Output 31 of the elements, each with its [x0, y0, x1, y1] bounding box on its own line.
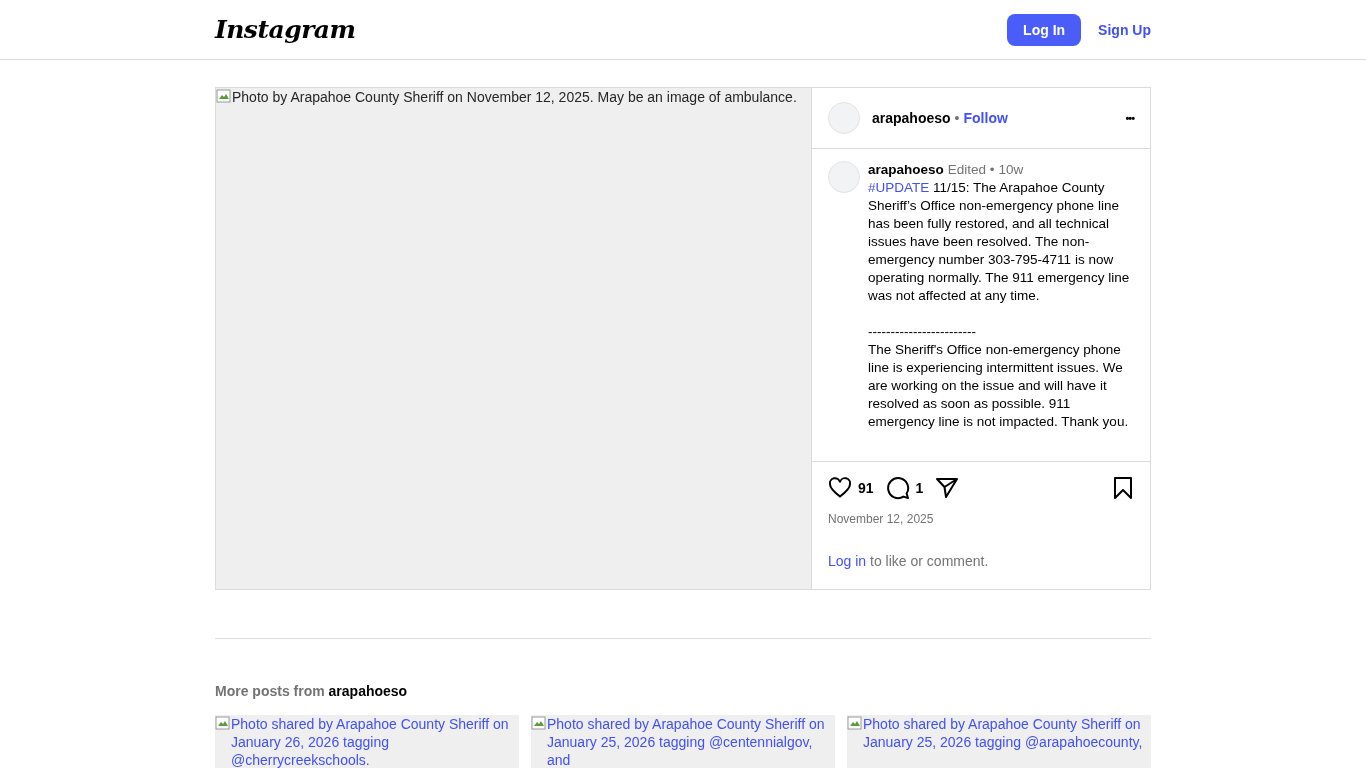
broken-image-icon [847, 715, 863, 731]
more-posts-heading: More posts from arapahoeso [215, 683, 409, 699]
like-count: 91 [858, 480, 874, 496]
share-icon[interactable] [935, 476, 960, 500]
post-date: November 12, 2025 [827, 512, 935, 526]
post-age: 10w [998, 161, 1024, 179]
hashtag-link[interactable]: #UPDATE [868, 180, 930, 195]
login-prompt-text: to like or comment. [870, 553, 989, 569]
image-alt-text: Photo shared by Arapahoe County Sheriff on January 25, 2026 tagging @arapahoecounty, [863, 715, 1144, 751]
username[interactable]: arapahoeso [868, 161, 944, 179]
comment-count: 1 [915, 480, 924, 496]
follow-button[interactable]: Follow [963, 110, 1008, 126]
more-options-icon[interactable]: ••• [1125, 112, 1134, 124]
caption-text: #UPDATE 11/15: The Arapahoe County Sheriff’s Office non-emergency phone line has been fully restored, and all technical issues have been resolved. The non-emergency number 303-795-4711 is now operating normally. The 911 emergency line was not affected at any time. [868, 179, 1131, 305]
separator-dot: • [954, 110, 960, 126]
login-link[interactable]: Log in [828, 553, 867, 569]
edited-label: Edited • [947, 161, 995, 179]
comment-icon[interactable] [885, 476, 910, 500]
signup-link[interactable]: Sign Up [1098, 21, 1151, 38]
broken-image-icon [531, 715, 547, 731]
login-button[interactable]: Log In [1007, 13, 1082, 46]
instagram-logo[interactable]: Instagram [215, 15, 1008, 44]
caption-text: ------------------------ [868, 323, 977, 341]
post-thumbnail[interactable]: Photo shared by Arapahoe County Sheriff on January 25, 2026 tagging @arapahoecounty, [847, 715, 1151, 768]
bookmark-icon[interactable] [1112, 476, 1134, 500]
broken-image-icon [215, 715, 231, 731]
caption-text: The Sheriff's Office non-emergency phone line is experiencing intermittent issues. We are working on the issue and will have it resolved as soon as possible. 911 emergency line is not impacted. Thank you. [868, 341, 1130, 431]
broken-image-icon [216, 88, 232, 104]
username[interactable]: arapahoeso [872, 110, 951, 126]
like-icon[interactable] [828, 476, 852, 500]
image-alt-text: Photo by Arapahoe County Sheriff on November 12, 2025. May be an image of ambulance. [232, 88, 797, 106]
